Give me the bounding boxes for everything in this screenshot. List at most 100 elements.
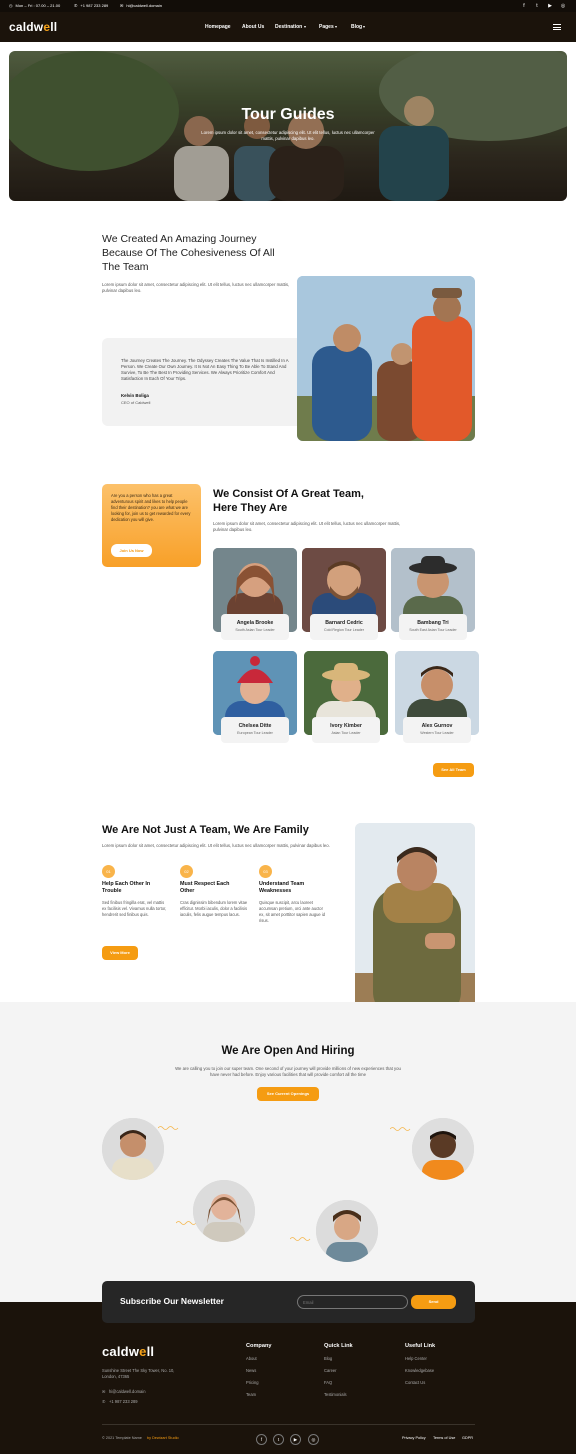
join-us-button[interactable]: Join Us Now [111, 544, 152, 557]
feature-desc: Cras dignissim bibendum lorem vitae effi… [180, 900, 248, 917]
footer-link-blog[interactable]: Blog [324, 1356, 332, 1361]
nav-item-pages[interactable]: Pages [319, 24, 334, 30]
ceo-quote-card: The Journey Creates The Journey. The Ody… [102, 338, 312, 426]
member-role: Western Tour Leader [420, 731, 454, 735]
credit-link[interactable]: by Dewizart Studio [147, 1436, 179, 1440]
feature-title: Understand Team Weaknesses [259, 881, 305, 894]
footer-col-title: Company [246, 1343, 272, 1349]
member-name: Alex Gurnov [421, 723, 453, 729]
nav-item-about[interactable]: About Us [242, 24, 264, 30]
hero-subtitle: Lorem ipsum dolor sit amet, consectetur … [201, 130, 375, 141]
newsletter-email-input[interactable] [297, 1295, 408, 1309]
newsletter-send-button[interactable]: Send [411, 1295, 456, 1309]
instagram-icon[interactable]: ◎ [559, 2, 567, 10]
member-name: Ivory Kimber [330, 723, 362, 729]
family-heading: We Are Not Just A Team, We Are Family [102, 824, 309, 836]
phone-info[interactable]: ✆ +1 987 233 289 [74, 3, 108, 8]
feature-desc: Quisque suscipit, arcu laoreet accumsan … [259, 900, 325, 923]
team-card[interactable]: Ivory Kimber Asian Tour Leader [304, 651, 388, 743]
nav-item-homepage[interactable]: Homepage [205, 24, 231, 30]
phone-icon: ✆ [102, 1399, 106, 1404]
privacy-link[interactable]: Privacy Policy [402, 1436, 426, 1440]
member-role: Cold Region Tour Leader [324, 628, 364, 632]
mail-icon: ✉ [102, 1389, 106, 1394]
see-openings-button[interactable]: See Current Openings [257, 1087, 319, 1101]
email-info[interactable]: ✉ hi@caldwell.domain [120, 3, 162, 8]
phone-icon: ✆ [74, 3, 78, 8]
newsletter-heading: Subscribe Our Newsletter [120, 1296, 224, 1306]
chevron-down-icon: ▾ [363, 24, 366, 29]
mail-icon: ✉ [120, 3, 124, 8]
footer-link-contact[interactable]: Contact Us [405, 1380, 425, 1385]
candidate-avatar [412, 1118, 474, 1180]
team-card[interactable]: Angela Brooke South Asian Tour Leader [213, 548, 297, 640]
decor-squiggle [390, 1127, 411, 1131]
gdpr-link[interactable]: GDPR [462, 1436, 473, 1440]
instagram-icon[interactable]: ◎ [308, 1434, 319, 1445]
member-name: Angela Brooke [236, 620, 274, 626]
candidate-avatar [193, 1180, 255, 1242]
footer-link-career[interactable]: Career [324, 1368, 337, 1373]
hiring-heading: We Are Open And Hiring [221, 1045, 355, 1057]
newsletter-box: Subscribe Our Newsletter Send [102, 1281, 475, 1323]
family-text: Lorem ipsum dolor sit amet, consectetur … [102, 843, 330, 848]
clock-icon: ◷ [9, 3, 13, 8]
main-navbar: caldwell Homepage About Us Destination ▾… [0, 12, 576, 42]
terms-link[interactable]: Terms of Use [433, 1436, 455, 1440]
team-highfive-photo [297, 276, 475, 441]
team-text: Lorem ipsum dolor sit amet, consectetur … [213, 521, 401, 532]
promo-text: Are you a person who has a great adventu… [111, 493, 191, 522]
journey-heading: We Created An Amazing Journey Because Of… [102, 233, 275, 273]
member-role: South East Asian Tour Leader [409, 628, 457, 632]
hours-text: Mon – Fri : 07.00 – 21.00 [15, 3, 61, 8]
facebook-icon[interactable]: f [256, 1434, 267, 1445]
menu-icon[interactable] [553, 24, 561, 32]
facebook-icon[interactable]: f [520, 2, 528, 10]
footer-phone[interactable]: +1 987 233 289 [109, 1399, 138, 1404]
journey-text: Lorem ipsum dolor sit amet, consectetur … [102, 282, 290, 293]
feature-number: 01 [102, 865, 115, 878]
see-all-team-button[interactable]: See All Team [433, 763, 474, 777]
view-more-button[interactable]: View More [102, 946, 138, 960]
member-name: Chelsea Ditte [238, 723, 272, 729]
hero-overlay [9, 51, 567, 201]
member-name: Bambang Tri [417, 620, 449, 626]
footer-link-faq[interactable]: FAQ [324, 1380, 332, 1385]
twitter-icon[interactable]: t [533, 2, 541, 10]
member-label: Chelsea Ditte European Tour Leader [221, 717, 289, 743]
team-card[interactable]: Alex Gurnov Western Tour Leader [395, 651, 479, 743]
member-name: Barnard Cedric [325, 620, 363, 626]
site-logo[interactable]: caldwell [9, 20, 57, 34]
chevron-down-icon: ▾ [335, 24, 338, 29]
feature-title: Must Respect Each Other [180, 881, 230, 894]
footer-address: Sunshine Street The Sky Tower, No. 10, L… [102, 1368, 175, 1379]
team-card[interactable]: Chelsea Ditte European Tour Leader [213, 651, 297, 743]
youtube-icon[interactable]: ▶ [290, 1434, 301, 1445]
member-label: Bambang Tri South East Asian Tour Leader [399, 614, 467, 640]
member-role: South Asian Tour Leader [235, 628, 275, 632]
team-card[interactable]: Barnard Cedric Cold Region Tour Leader [302, 548, 386, 640]
footer-link-help[interactable]: Help Center [405, 1356, 427, 1361]
team-heading: We Consist Of A Great Team, Here They Ar… [213, 488, 364, 514]
footer-link-team[interactable]: Team [246, 1392, 256, 1397]
hiring-text: We are calling you to join our super tea… [175, 1066, 401, 1077]
member-label: Alex Gurnov Western Tour Leader [403, 717, 471, 743]
member-label: Angela Brooke South Asian Tour Leader [221, 614, 289, 640]
youtube-icon[interactable]: ▶ [546, 2, 554, 10]
footer-link-news[interactable]: News [246, 1368, 256, 1373]
footer-link-pricing[interactable]: Pricing [246, 1380, 259, 1385]
footer-link-testimonials[interactable]: Testimonials [324, 1392, 347, 1397]
footer-link-about[interactable]: About [246, 1356, 257, 1361]
nav-item-blog[interactable]: Blog [351, 24, 362, 30]
footer-col-title: Useful Link [405, 1343, 436, 1349]
team-card[interactable]: Bambang Tri South East Asian Tour Leader [391, 548, 475, 640]
hours-info: ◷ Mon – Fri : 07.00 – 21.00 [9, 3, 60, 8]
footer-email[interactable]: hi@caldwell.domain [109, 1389, 145, 1394]
member-role: European Tour Leader [237, 731, 273, 735]
footer-link-knowledgebase[interactable]: Knowledgebase [405, 1368, 434, 1373]
nav-item-destination[interactable]: Destination [275, 24, 302, 30]
twitter-icon[interactable]: t [273, 1434, 284, 1445]
join-promo-card: Are you a person who has a great adventu… [102, 484, 201, 567]
site-footer: caldwell Sunshine Street The Sky Tower, … [0, 1302, 576, 1454]
footer-logo[interactable]: caldwell [102, 1344, 154, 1359]
